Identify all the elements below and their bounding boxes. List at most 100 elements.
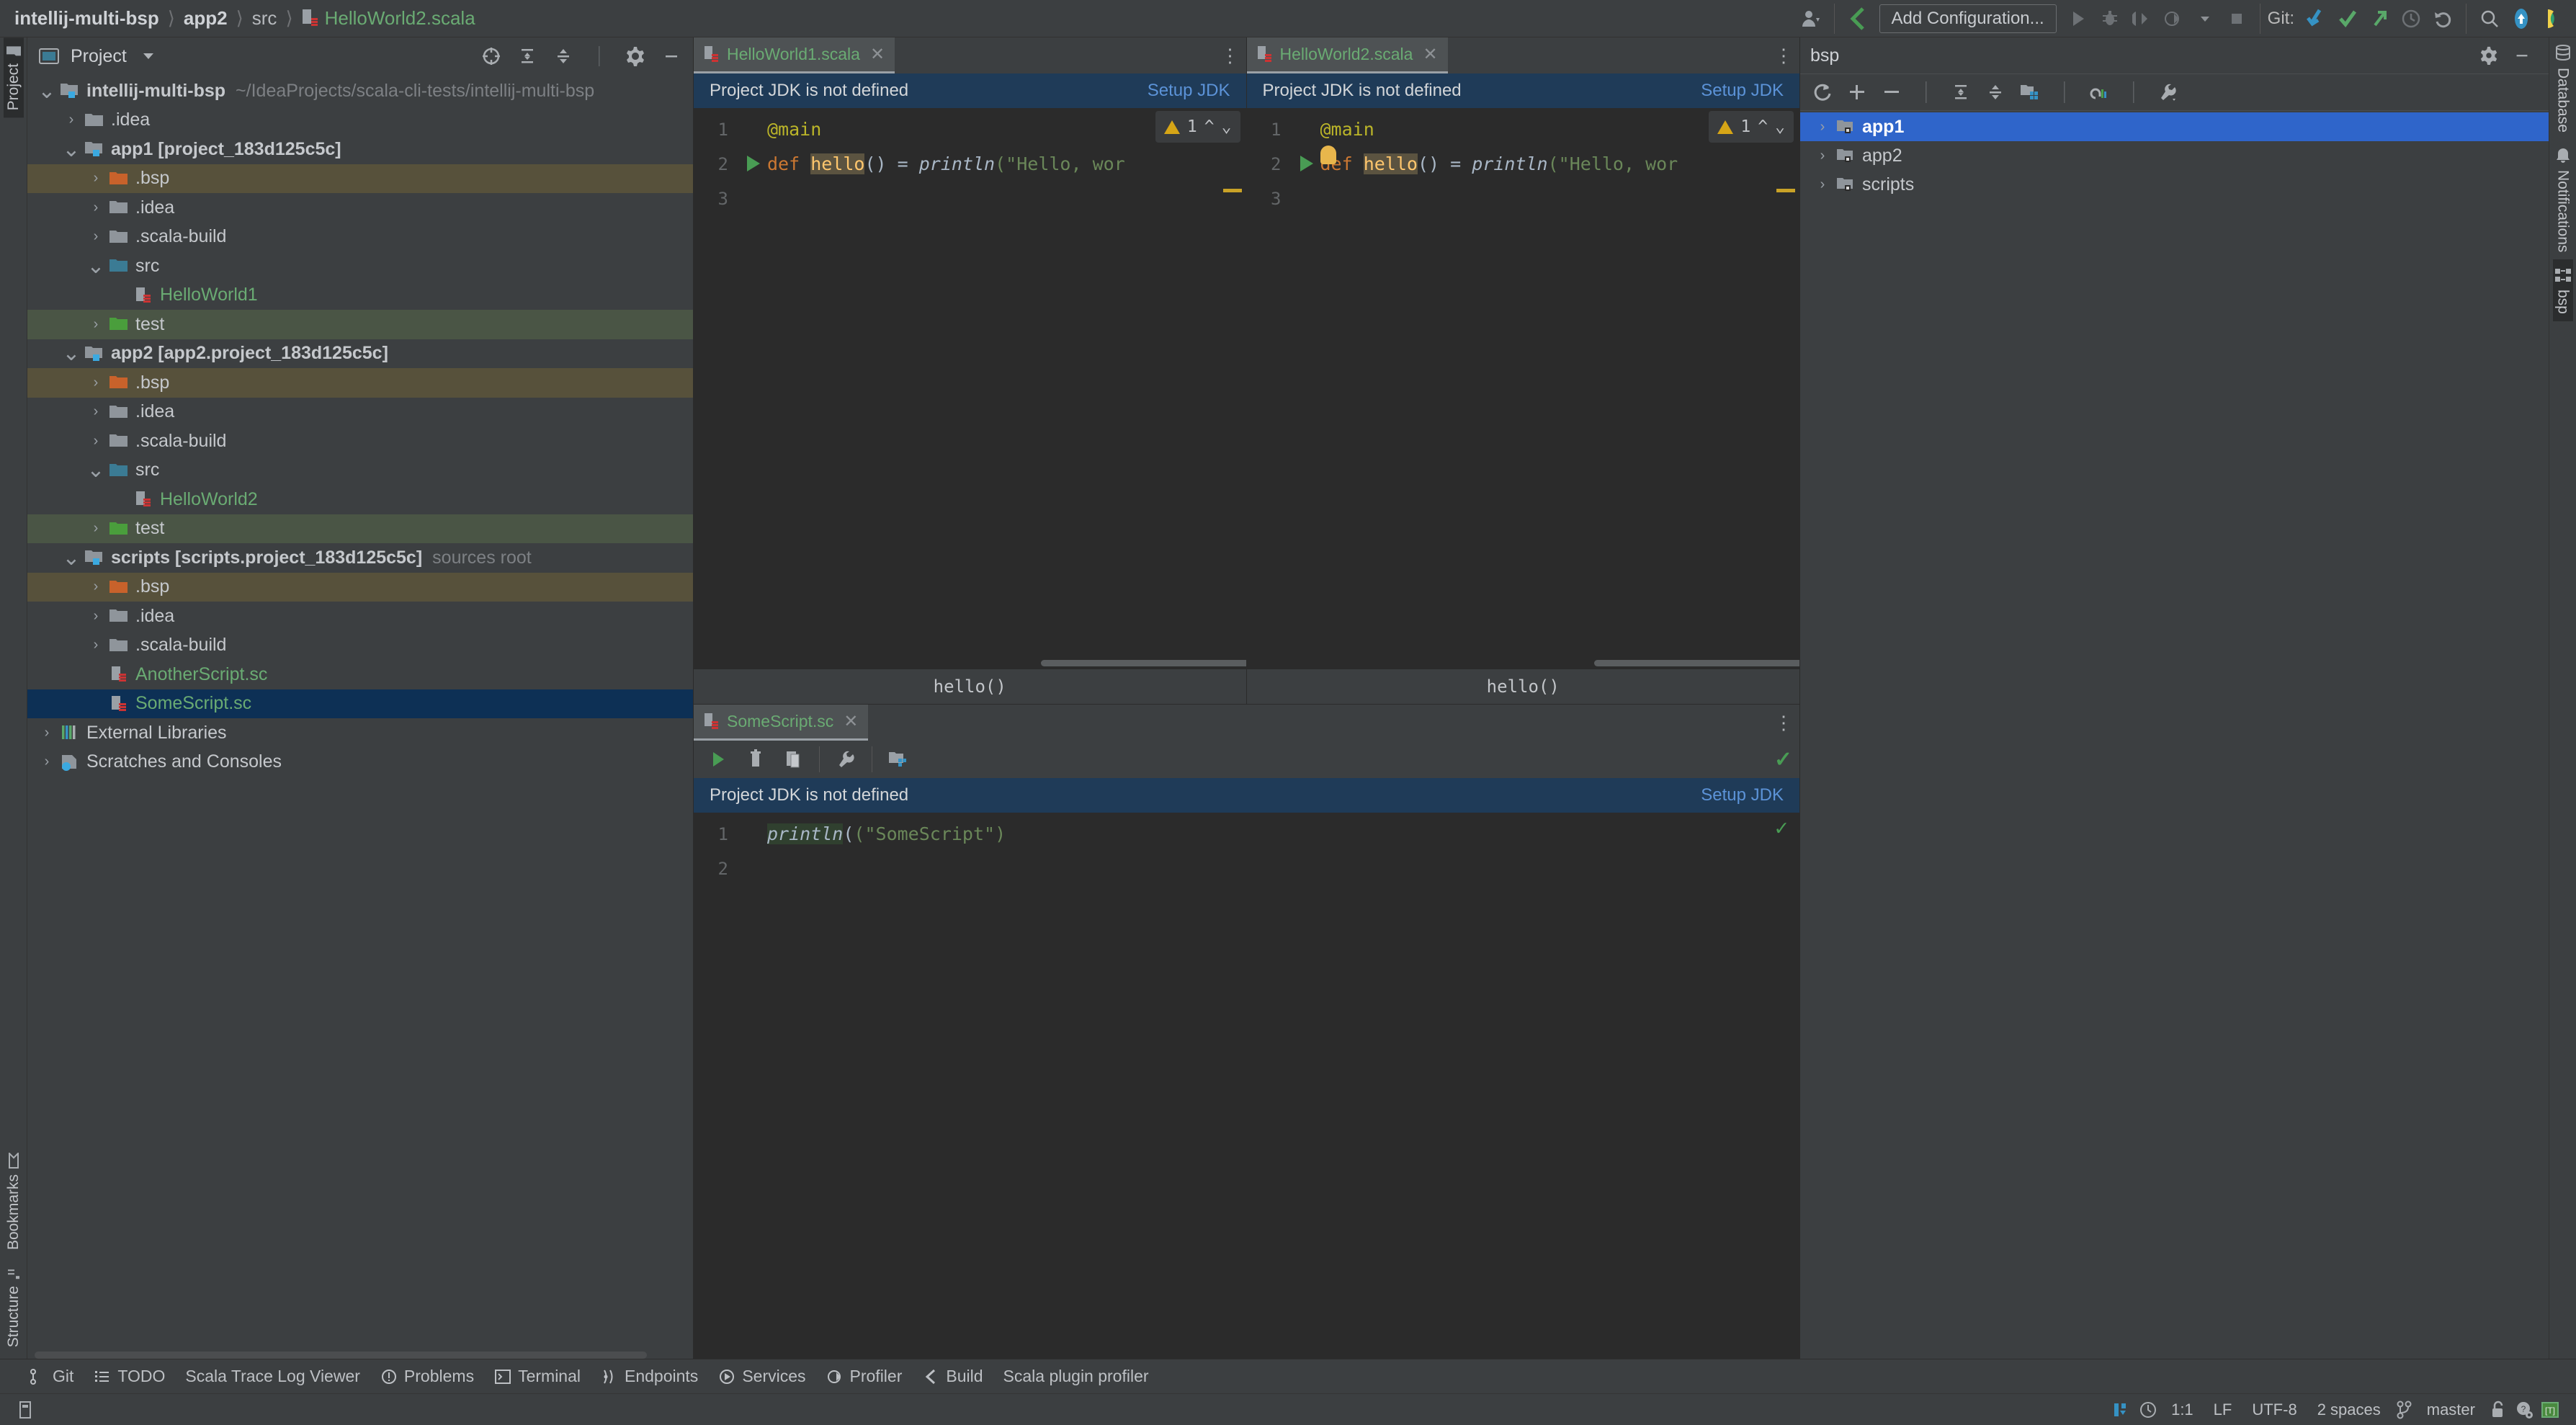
clock-icon[interactable] (2135, 1398, 2161, 1421)
editor-options-icon[interactable]: ⋮ (1768, 37, 1799, 73)
run-icon[interactable] (2062, 3, 2094, 35)
editor-hscrollbar-right[interactable] (1593, 660, 1799, 666)
tool-window-button-terminal[interactable]: Terminal (494, 1367, 581, 1386)
tool-window-button-scala-plugin-profiler[interactable]: Scala plugin profiler (1003, 1367, 1149, 1386)
editor-tab-helloworld2[interactable]: HelloWorld2.scala ✕ (1246, 37, 1448, 73)
chevron-right-icon[interactable]: › (85, 170, 107, 187)
git-push-icon[interactable] (2363, 3, 2395, 35)
tree-node-app2sb[interactable]: › .scala-build (27, 426, 693, 456)
tool-window-button-endpoints[interactable]: Endpoints (601, 1367, 698, 1386)
chevron-down-icon[interactable]: ⌄ (36, 79, 58, 104)
editor-tab-somescript[interactable]: SomeScript.sc ✕ (694, 705, 869, 741)
tree-node-scidea[interactable]: › .idea (27, 602, 693, 631)
attach-icon[interactable] (2083, 76, 2116, 108)
chevron-right-icon[interactable]: › (85, 520, 107, 537)
hide-icon[interactable] (2505, 40, 2539, 71)
delete-icon[interactable] (738, 743, 773, 775)
chevron-right-icon[interactable]: › (61, 112, 82, 128)
caret-position[interactable]: 1:1 (2161, 1401, 2204, 1419)
chevron-down-icon[interactable]: ⌄ (85, 457, 107, 483)
expand-all-icon[interactable] (513, 42, 542, 71)
user-avatar-icon[interactable] (1795, 3, 1827, 35)
breadcrumb-item-folder[interactable]: src (249, 7, 280, 30)
chevron-down-icon[interactable]: ⌄ (61, 545, 82, 571)
tool-window-button-profiler[interactable]: Profiler (826, 1367, 902, 1386)
inspections-icon[interactable] (2109, 1398, 2135, 1421)
add-icon[interactable] (1841, 76, 1874, 108)
close-icon[interactable]: ✕ (867, 44, 885, 65)
tool-window-button-scala-trace-log-viewer[interactable]: Scala Trace Log Viewer (185, 1367, 360, 1386)
tree-node-app1idea[interactable]: › .idea (27, 193, 693, 223)
chevron-right-icon[interactable]: › (85, 316, 107, 333)
tree-node-idea0[interactable]: › .idea (27, 106, 693, 135)
tree-node-extlibs[interactable]: › External Libraries (27, 718, 693, 748)
settings-wrench-icon[interactable] (828, 743, 863, 775)
tool-window-button-services[interactable]: Services (718, 1367, 806, 1386)
run-gutter-icon[interactable] (1300, 156, 1313, 171)
hide-icon[interactable] (657, 42, 686, 71)
collapse-all-icon[interactable] (549, 42, 578, 71)
stop-icon[interactable] (2221, 3, 2253, 35)
module-icon[interactable] (881, 743, 916, 775)
tree-node-app1src[interactable]: ⌄ src (27, 251, 693, 281)
chevron-right-icon[interactable]: › (85, 608, 107, 625)
search-everywhere-icon[interactable] (2474, 3, 2505, 35)
add-configuration-button[interactable]: Add Configuration... (1879, 4, 2057, 33)
chevron-down-icon[interactable]: ⌄ (61, 137, 82, 162)
tree-node-scripts[interactable]: ⌄ scripts [scripts.project_183d125c5c] sou… (27, 543, 693, 573)
run-gutter-icon[interactable] (747, 156, 760, 171)
rail-tab-structure[interactable]: Structure (4, 1260, 24, 1354)
project-tree-hscrollbar[interactable] (35, 1352, 647, 1359)
analysis-ok-icon[interactable]: ✓ (1775, 816, 1788, 841)
select-opened-file-icon[interactable] (477, 42, 506, 71)
prev-problem-icon[interactable]: ^ (1204, 117, 1215, 136)
chevron-right-icon[interactable]: › (85, 433, 107, 450)
tree-node-scbsp[interactable]: › .bsp (27, 572, 693, 602)
breadcrumb-item-module[interactable]: app2 (181, 7, 231, 30)
code-text-left[interactable]: @main def hello() = println("Hello, wor … (767, 108, 1246, 669)
intention-bulb-icon[interactable] (1320, 146, 1336, 164)
code-editor-bottom[interactable]: 1 2 println(("SomeScript") ✓ (694, 813, 1799, 1359)
code-editor-left[interactable]: 1 2 3 @main def hello() = println("Hello… (694, 108, 1246, 669)
tree-node-scsb[interactable]: › .scala-build (27, 631, 693, 661)
editor-options-icon[interactable]: ⋮ (1768, 705, 1799, 741)
breadcrumb-item-project[interactable]: intellij-multi-bsp (12, 7, 162, 30)
code-text-bottom[interactable]: println(("SomeScript") ✓ (767, 813, 1799, 1359)
chevron-right-icon[interactable]: › (85, 228, 107, 245)
bsp-tree-node-app1[interactable]: › app1 (1800, 112, 2549, 141)
close-icon[interactable]: ✕ (1420, 44, 1437, 65)
next-problem-icon[interactable]: ⌄ (1775, 117, 1785, 136)
tree-node-scratches[interactable]: › Scratches and Consoles (27, 748, 693, 777)
build-settings-icon[interactable] (2152, 76, 2185, 108)
breadcrumb-item-file[interactable]: HelloWorld2.scala (299, 7, 478, 30)
tree-node-app1sb[interactable]: › .scala-build (27, 223, 693, 252)
tree-node-hw2[interactable]: HelloWorld2 (27, 485, 693, 514)
chevron-down-icon[interactable]: ⌄ (61, 341, 82, 366)
close-icon[interactable]: ✕ (841, 711, 858, 732)
rail-tab-notifications[interactable]: Notifications (2553, 140, 2573, 259)
expand-all-icon[interactable] (1944, 76, 1977, 108)
updates-icon[interactable] (2505, 3, 2537, 35)
setup-jdk-link[interactable]: Setup JDK (1148, 81, 1230, 101)
editor-tab-helloworld1[interactable]: HelloWorld1.scala ✕ (694, 37, 895, 73)
chevron-down-icon[interactable] (134, 42, 163, 71)
setup-jdk-link[interactable]: Setup JDK (1701, 81, 1784, 101)
help-icon[interactable]: ? (2511, 1398, 2537, 1421)
theme-toggle-icon[interactable]: [T] (2537, 1398, 2563, 1421)
git-branch-label[interactable]: master (2417, 1401, 2485, 1419)
lock-icon[interactable] (2485, 1398, 2511, 1421)
tool-window-button-build[interactable]: Build (922, 1367, 983, 1386)
gear-icon[interactable] (621, 42, 650, 71)
inspection-widget-right[interactable]: 1 ^ ⌄ (1709, 111, 1794, 143)
tool-window-button-problems[interactable]: Problems (380, 1367, 474, 1386)
tree-node-app2bsp[interactable]: › .bsp (27, 368, 693, 398)
ide-theme-icon[interactable] (2537, 3, 2569, 35)
tree-node-somesc[interactable]: SomeScript.sc (27, 689, 693, 718)
copy-icon[interactable] (776, 743, 810, 775)
rail-tab-bookmarks[interactable]: Bookmarks (4, 1145, 24, 1257)
analysis-ok-icon[interactable]: ✓ (1774, 747, 1792, 772)
file-encoding[interactable]: UTF-8 (2242, 1401, 2307, 1419)
debug-icon[interactable] (2094, 3, 2126, 35)
chevron-right-icon[interactable]: › (1812, 177, 1833, 193)
chevron-right-icon[interactable]: › (1812, 119, 1833, 135)
